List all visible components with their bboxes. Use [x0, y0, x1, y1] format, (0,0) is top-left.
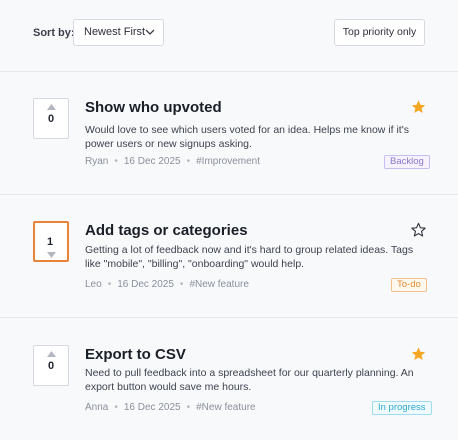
post-author: Anna — [85, 402, 109, 413]
vote-box[interactable]: 0 — [33, 345, 69, 386]
feedback-post: 0 Show who upvoted Would love to see whi… — [0, 72, 458, 195]
upvote-arrow-icon[interactable] — [47, 104, 56, 110]
top-priority-button[interactable]: Top priority only — [334, 19, 425, 46]
vote-count: 1 — [46, 236, 54, 248]
vote-box[interactable]: 1 — [33, 221, 69, 262]
sort-dropdown-value: Newest First — [84, 26, 146, 38]
post-title[interactable]: Show who upvoted — [85, 99, 222, 116]
toolbar: Sort by: Newest First Top priority only — [0, 0, 458, 72]
post-meta: Leo • 16 Dec 2025 • #New feature — [85, 279, 249, 290]
feedback-post: 0 Export to CSV Need to pull feedback in… — [0, 318, 458, 440]
star-filled-icon[interactable] — [410, 99, 427, 115]
separator-dot: • — [114, 402, 118, 413]
post-author: Ryan — [85, 156, 109, 167]
star-filled-icon[interactable] — [410, 346, 427, 362]
vote-count: 0 — [47, 113, 55, 125]
star-outline-icon[interactable] — [410, 222, 427, 238]
vote-count: 0 — [47, 360, 55, 372]
post-author: Leo — [85, 279, 102, 290]
post-date: 16 Dec 2025 — [123, 402, 181, 413]
status-badge: To-do — [391, 278, 427, 292]
post-title[interactable]: Add tags or categories — [85, 222, 248, 239]
post-tag[interactable]: #New feature — [196, 402, 255, 413]
status-badge: Backlog — [384, 155, 430, 169]
feedback-post: 1 Add tags or categories Getting a lot o… — [0, 195, 458, 318]
post-description: Getting a lot of feedback now and it's h… — [85, 244, 414, 270]
post-tag[interactable]: #Improvement — [196, 156, 260, 167]
vote-box[interactable]: 0 — [33, 98, 69, 139]
post-description: Need to pull feedback into a spreadsheet… — [85, 367, 414, 393]
post-date: 16 Dec 2025 — [123, 156, 181, 167]
separator-dot: • — [186, 156, 191, 167]
separator-dot: • — [186, 402, 191, 413]
post-tag[interactable]: #New feature — [189, 279, 248, 290]
post-date: 16 Dec 2025 — [117, 279, 174, 290]
post-meta: Anna • 16 Dec 2025 • #New feature — [85, 402, 256, 413]
separator-dot: • — [107, 279, 112, 290]
sort-dropdown[interactable]: Newest First — [73, 19, 164, 46]
chevron-down-icon — [145, 29, 155, 35]
downvote-arrow-icon[interactable] — [47, 252, 56, 258]
upvote-arrow-icon[interactable] — [47, 351, 56, 357]
separator-dot: • — [179, 279, 184, 290]
post-meta: Ryan • 16 Dec 2025 • #Improvement — [85, 156, 260, 167]
separator-dot: • — [114, 156, 118, 167]
post-title[interactable]: Export to CSV — [85, 346, 186, 363]
sort-label: Sort by: — [33, 27, 75, 39]
post-description: Would love to see which users voted for … — [85, 124, 409, 150]
status-badge: In progress — [372, 401, 432, 415]
